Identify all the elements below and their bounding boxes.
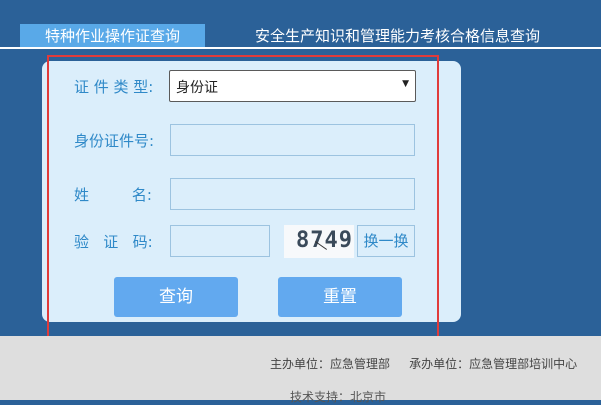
- footer: 主办单位：应急管理部 承办单位：应急管理部培训中心 技术支持：北京市: [0, 336, 601, 404]
- footer-host: 主办单位：应急管理部: [270, 357, 391, 371]
- footer-tech-support: 技术支持：北京市: [290, 390, 387, 404]
- footer-organizer: 承办单位：应急管理部培训中心: [409, 357, 578, 371]
- tab-underline: [0, 47, 601, 49]
- footer-info: 主办单位：应急管理部 承办单位：应急管理部培训中心: [270, 355, 577, 372]
- tab-special-operation-query[interactable]: 特种作业操作证查询: [20, 24, 205, 48]
- tab-safety-knowledge-query[interactable]: 安全生产知识和管理能力考核合格信息查询: [255, 24, 575, 48]
- highlight-box: [47, 55, 439, 344]
